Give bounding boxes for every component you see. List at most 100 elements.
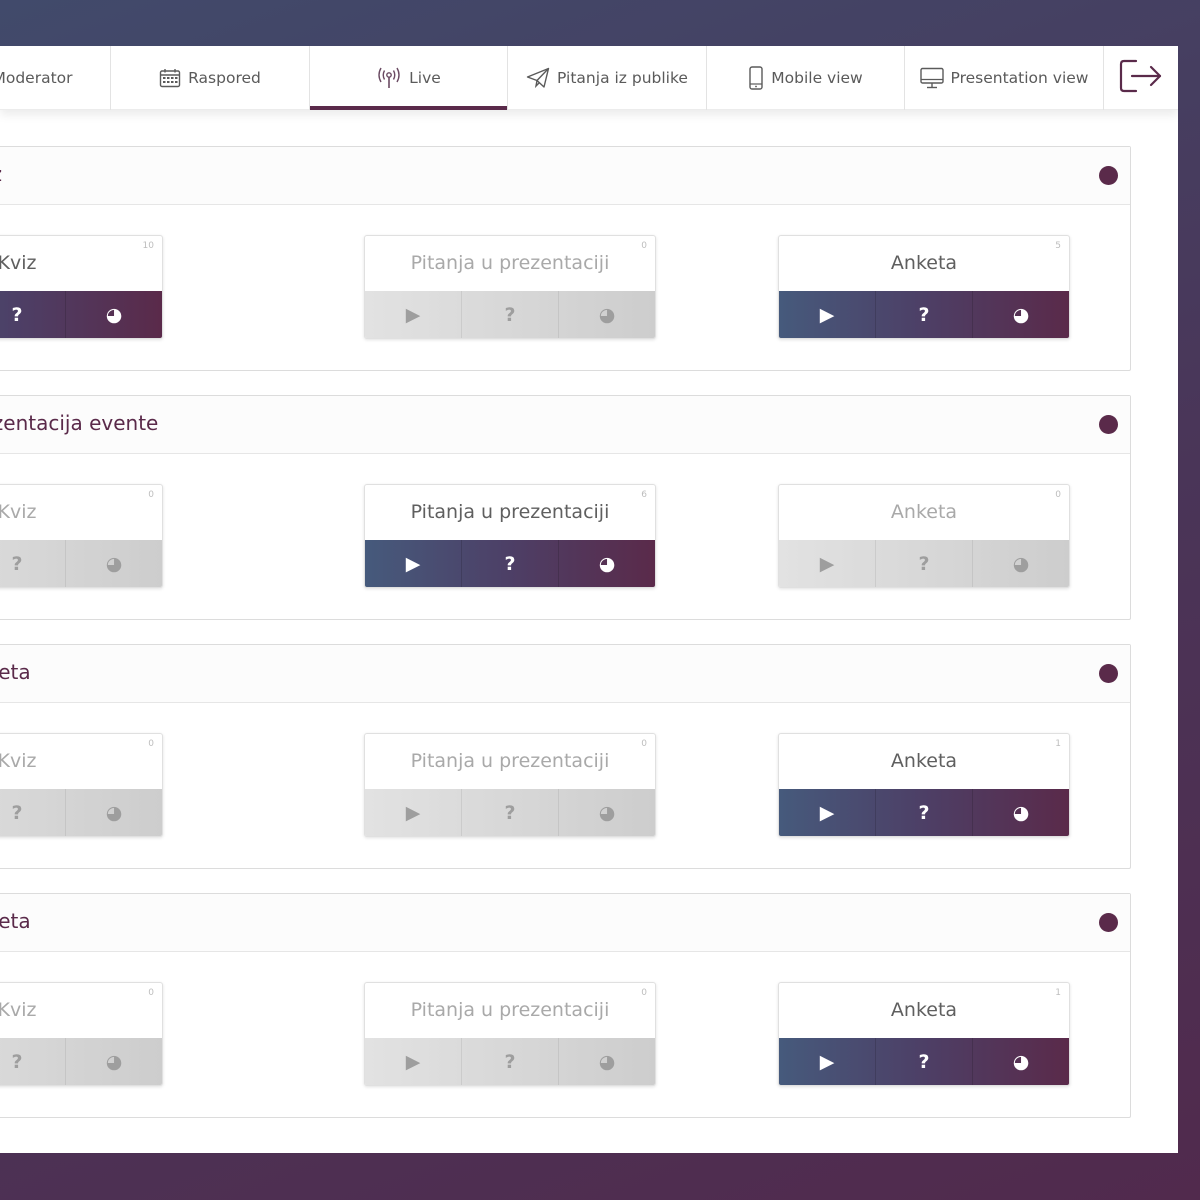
interaction-card: Anketa 1 ▶? ◕ bbox=[778, 982, 1070, 1086]
question-button[interactable]: ? bbox=[462, 1038, 559, 1085]
play-button[interactable]: ▶ bbox=[779, 291, 876, 338]
question-button[interactable]: ? bbox=[462, 291, 559, 338]
pie-chart-icon: ◕ bbox=[105, 801, 123, 824]
event-section: Anketa Kviz 0 ▶? ◕ Pitanja u prezentaciji 0 ▶? ◕… bbox=[0, 893, 1131, 1118]
results-button[interactable]: ◕ bbox=[66, 291, 162, 338]
tab-label: Mobile view bbox=[771, 69, 863, 87]
question-button[interactable]: ? bbox=[876, 291, 973, 338]
question-icon: ? bbox=[918, 303, 930, 326]
section-header[interactable]: Anketa bbox=[0, 894, 1130, 952]
question-button[interactable]: ? bbox=[876, 540, 973, 587]
play-icon: ▶ bbox=[405, 552, 421, 575]
play-button[interactable]: ▶ bbox=[365, 1038, 462, 1085]
interaction-card: Pitanja u prezentaciji 0 ▶? ◕ bbox=[364, 982, 656, 1086]
interaction-card: Pitanja u prezentaciji 0 ▶? ◕ bbox=[364, 235, 656, 339]
card-title: Kviz bbox=[0, 501, 37, 523]
results-button[interactable]: ◕ bbox=[973, 291, 1069, 338]
play-button[interactable]: ▶ bbox=[365, 789, 462, 836]
question-icon: ? bbox=[11, 552, 23, 575]
card-title: Kviz bbox=[0, 999, 37, 1021]
results-button[interactable]: ◕ bbox=[66, 789, 162, 836]
mobile-icon bbox=[748, 66, 764, 90]
tab-live[interactable]: Live bbox=[310, 46, 508, 110]
card-count: 6 bbox=[641, 490, 647, 500]
play-button[interactable]: ▶ bbox=[779, 789, 876, 836]
play-icon: ▶ bbox=[405, 1050, 421, 1073]
card-title: Pitanja u prezentaciji bbox=[410, 252, 610, 274]
card-count: 0 bbox=[641, 739, 647, 749]
tab-mobile-view[interactable]: Mobile view bbox=[707, 46, 905, 110]
tab-presentation-view[interactable]: Presentation view bbox=[905, 46, 1104, 110]
card-title: Kviz bbox=[0, 252, 37, 274]
question-button[interactable]: ? bbox=[876, 789, 973, 836]
results-button[interactable]: ◕ bbox=[973, 540, 1069, 587]
section-header[interactable]: Prezentacija evente bbox=[0, 396, 1130, 454]
pie-chart-icon: ◕ bbox=[1012, 552, 1030, 575]
section-title: Anketa bbox=[0, 660, 31, 684]
interaction-card: Kviz0▶?◕ bbox=[0, 484, 163, 588]
question-button[interactable]: ? bbox=[0, 789, 66, 836]
card-title: Anketa bbox=[890, 750, 958, 772]
question-button[interactable]: ? bbox=[0, 540, 66, 587]
tab-raspored[interactable]: Raspored bbox=[111, 46, 310, 110]
results-button[interactable]: ◕ bbox=[973, 1038, 1069, 1085]
tab-label: Presentation view bbox=[950, 69, 1089, 87]
interaction-card: Pitanja u prezentaciji 0 ▶? ◕ bbox=[364, 733, 656, 837]
section-header[interactable]: Kviz bbox=[0, 147, 1130, 205]
play-icon: ▶ bbox=[405, 801, 421, 824]
results-button[interactable]: ◕ bbox=[973, 789, 1069, 836]
question-icon: ? bbox=[918, 1050, 930, 1073]
play-button[interactable]: ▶ bbox=[365, 291, 462, 338]
question-icon: ? bbox=[918, 552, 930, 575]
status-dot[interactable] bbox=[1099, 913, 1118, 932]
broadcast-icon bbox=[376, 67, 402, 89]
pie-chart-icon: ◕ bbox=[598, 1050, 616, 1073]
tab-moderator[interactable]: Moderator bbox=[0, 46, 111, 110]
results-button[interactable]: ◕ bbox=[66, 540, 162, 587]
card-actions: ▶? ◕ bbox=[365, 540, 655, 587]
results-button[interactable]: ◕ bbox=[66, 1038, 162, 1085]
card-count: 0 bbox=[1055, 490, 1061, 500]
question-button[interactable]: ? bbox=[876, 1038, 973, 1085]
interaction-card: Anketa 1 ▶? ◕ bbox=[778, 733, 1070, 837]
status-dot[interactable] bbox=[1099, 166, 1118, 185]
card-actions: ▶?◕ bbox=[0, 1038, 162, 1085]
question-icon: ? bbox=[11, 303, 23, 326]
interaction-card: Pitanja u prezentaciji 6 ▶? ◕ bbox=[364, 484, 656, 588]
status-dot[interactable] bbox=[1099, 415, 1118, 434]
section-header[interactable]: Anketa bbox=[0, 645, 1130, 703]
question-button[interactable]: ? bbox=[0, 1038, 66, 1085]
question-icon: ? bbox=[11, 1050, 23, 1073]
tab-pitanja-iz-publike[interactable]: Pitanja iz publike bbox=[508, 46, 707, 110]
question-icon: ? bbox=[918, 801, 930, 824]
results-button[interactable]: ◕ bbox=[559, 291, 655, 338]
question-button[interactable]: ? bbox=[462, 789, 559, 836]
card-title: Anketa bbox=[890, 501, 958, 523]
card-count: 1 bbox=[1055, 988, 1061, 998]
section-title: Kviz bbox=[0, 162, 211, 186]
results-button[interactable]: ◕ bbox=[559, 1038, 655, 1085]
status-dot[interactable] bbox=[1099, 664, 1118, 683]
card-actions: ▶? ◕ bbox=[779, 789, 1069, 836]
play-icon: ▶ bbox=[819, 552, 835, 575]
card-count: 0 bbox=[148, 739, 154, 749]
logout-button[interactable] bbox=[1104, 46, 1178, 110]
event-section: KvizKviz10▶?◕Pitanja u prezentaciji0▶?◕A… bbox=[0, 146, 1131, 371]
play-button[interactable]: ▶ bbox=[779, 1038, 876, 1085]
question-button[interactable]: ? bbox=[462, 540, 559, 587]
calendar-icon bbox=[159, 68, 181, 88]
play-button[interactable]: ▶ bbox=[779, 540, 876, 587]
card-actions: ▶? ◕ bbox=[365, 1038, 655, 1085]
card-actions: ▶?◕ bbox=[0, 540, 162, 587]
question-button[interactable]: ? bbox=[0, 291, 66, 338]
play-button[interactable]: ▶ bbox=[365, 540, 462, 587]
question-icon: ? bbox=[504, 303, 516, 326]
pie-chart-icon: ◕ bbox=[598, 303, 616, 326]
results-button[interactable]: ◕ bbox=[559, 540, 655, 587]
results-button[interactable]: ◕ bbox=[559, 789, 655, 836]
interaction-card: Anketa 5 ▶? ◕ bbox=[778, 235, 1070, 339]
play-icon: ▶ bbox=[819, 303, 835, 326]
question-icon: ? bbox=[504, 552, 516, 575]
pie-chart-icon: ◕ bbox=[1012, 1050, 1030, 1073]
pie-chart-icon: ◕ bbox=[598, 552, 616, 575]
